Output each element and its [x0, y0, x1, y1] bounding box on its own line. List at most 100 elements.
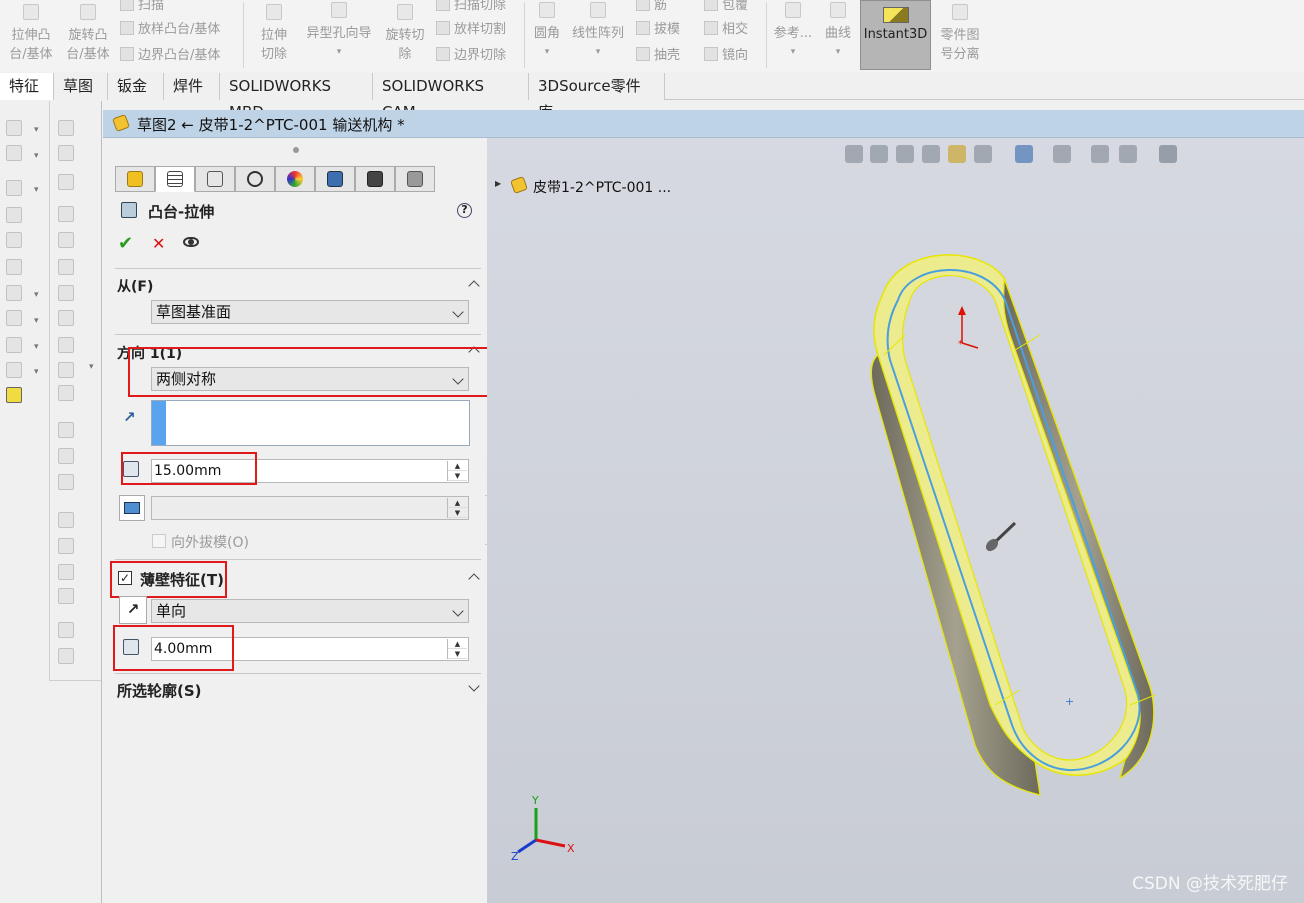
rib-button[interactable]: 筋: [636, 0, 667, 16]
left-tool-icon[interactable]: [58, 120, 74, 136]
sweep-button[interactable]: 扫描: [120, 0, 164, 16]
tab-cam-operation[interactable]: [355, 166, 395, 192]
tab-display-manager[interactable]: [275, 166, 315, 192]
tab-property-manager[interactable]: [155, 166, 195, 192]
reverse-direction-icon[interactable]: ↗: [123, 408, 136, 426]
left-tool-icon[interactable]: [6, 180, 22, 196]
tab-cam-tools[interactable]: [395, 166, 435, 192]
left-tool-icon[interactable]: [6, 232, 22, 248]
apply-scene-icon[interactable]: [1119, 145, 1137, 163]
mirror-button[interactable]: 镜向: [704, 46, 748, 66]
loft-button[interactable]: 放样凸台/基体: [120, 20, 220, 40]
expand-chevron-icon[interactable]: [468, 680, 480, 692]
draft-button[interactable]: 拔模: [636, 20, 680, 40]
left-tool-icon[interactable]: [6, 145, 22, 161]
linear-pattern-button[interactable]: 线性阵列 ▾: [568, 0, 628, 70]
spin-up-icon[interactable]: ▲: [448, 461, 467, 471]
depth-spinner[interactable]: ▲ ▼: [447, 461, 467, 481]
chevron-down-icon[interactable]: ▾: [34, 290, 39, 300]
spin-down-icon[interactable]: ▼: [448, 649, 467, 659]
left-tool-icon[interactable]: [6, 285, 22, 301]
left-tool-icon[interactable]: [58, 422, 74, 438]
revolve-boss-button[interactable]: 旋转凸台/基体: [62, 0, 114, 70]
direction-reference-box[interactable]: [151, 400, 470, 446]
left-tool-icon[interactable]: [58, 206, 74, 222]
tab-cam-feature[interactable]: [315, 166, 355, 192]
tab-sheet-metal[interactable]: 钣金: [108, 73, 164, 100]
chevron-down-icon[interactable]: ▾: [34, 185, 39, 195]
curves-button[interactable]: 曲线 ▾: [820, 0, 856, 70]
part-number-separate-button[interactable]: 零件图号分离: [936, 0, 984, 70]
hide-show-items-icon[interactable]: [1053, 145, 1071, 163]
left-tool-icon[interactable]: [58, 285, 74, 301]
left-tool-icon[interactable]: [6, 207, 22, 223]
left-tool-icon[interactable]: [58, 337, 74, 353]
panel-grip-icon[interactable]: [293, 147, 299, 153]
revolve-cut-button[interactable]: 旋转切除: [382, 0, 428, 70]
chevron-down-icon[interactable]: ▾: [34, 367, 39, 377]
sweep-cut-button[interactable]: 扫描切除: [436, 0, 506, 16]
tab-configuration-manager[interactable]: [195, 166, 235, 192]
tab-feature-tree[interactable]: [115, 166, 155, 192]
extrude-cut-button[interactable]: 拉伸切除: [250, 0, 298, 70]
extrude-boss-button[interactable]: 拉伸凸台/基体: [6, 0, 56, 70]
tab-weldments[interactable]: 焊件: [164, 73, 220, 100]
dynamic-annotation-icon[interactable]: [948, 145, 966, 163]
thin-reverse-direction-icon[interactable]: ↗: [119, 596, 147, 624]
loft-cut-button[interactable]: 放样切割: [436, 20, 506, 40]
edit-appearance-icon[interactable]: [1091, 145, 1109, 163]
left-tool-icon[interactable]: [58, 538, 74, 554]
thickness-spinner[interactable]: ▲ ▼: [447, 639, 467, 659]
intersect-button[interactable]: 相交: [704, 20, 748, 40]
graphics-viewport[interactable]: ▶ 皮带1-2^PTC-001 ... * + Y X Z CSDN @技术死肥…: [487, 138, 1304, 903]
section-view-icon[interactable]: [922, 145, 940, 163]
from-start-condition-select[interactable]: 草图基准面: [151, 300, 469, 324]
collapse-chevron-icon[interactable]: [468, 280, 480, 292]
boundary-cut-button[interactable]: 边界切除: [436, 46, 506, 66]
left-tool-icon[interactable]: [58, 648, 74, 664]
left-tool-icon[interactable]: [58, 564, 74, 580]
left-tool-icon[interactable]: [58, 310, 74, 326]
left-tool-icon[interactable]: [58, 232, 74, 248]
instant3d-button[interactable]: Instant3D: [860, 0, 931, 70]
tab-cam[interactable]: SOLIDWORKS CAM: [373, 73, 529, 121]
draft-toggle-button[interactable]: [119, 495, 145, 521]
draft-outward-checkbox[interactable]: [152, 534, 166, 548]
boundary-boss-button[interactable]: 边界凸台/基体: [120, 46, 220, 66]
zoom-area-icon[interactable]: [870, 145, 888, 163]
view-settings-icon[interactable]: [1159, 145, 1177, 163]
fillet-button[interactable]: 圆角 ▾: [530, 0, 564, 70]
left-tool-icon[interactable]: [58, 588, 74, 604]
left-tool-icon[interactable]: [58, 448, 74, 464]
chevron-down-icon[interactable]: ▾: [34, 151, 39, 161]
left-tool-icon[interactable]: [6, 362, 22, 378]
left-tool-icon[interactable]: [58, 145, 74, 161]
spin-up-icon[interactable]: ▲: [448, 639, 467, 649]
left-tool-icon[interactable]: [6, 310, 22, 326]
left-tool-icon[interactable]: [58, 622, 74, 638]
cancel-button[interactable]: ✕: [152, 234, 165, 253]
left-tool-icon[interactable]: [58, 362, 74, 378]
tab-dimxpert[interactable]: [235, 166, 275, 192]
tab-mbd[interactable]: SOLIDWORKS MBD: [220, 73, 373, 121]
tab-features[interactable]: 特征: [0, 73, 54, 100]
chevron-down-icon[interactable]: ▾: [89, 362, 94, 372]
left-tool-icon[interactable]: [6, 337, 22, 353]
chevron-down-icon[interactable]: ▾: [34, 342, 39, 352]
chevron-down-icon[interactable]: ▾: [34, 125, 39, 135]
thin-type-select[interactable]: 单向: [151, 599, 469, 623]
chevron-down-icon[interactable]: ▾: [34, 316, 39, 326]
spin-down-icon[interactable]: ▼: [448, 471, 467, 481]
view-orientation-icon[interactable]: [974, 145, 992, 163]
reference-geometry-button[interactable]: 参考... ▾: [772, 0, 814, 70]
zoom-to-fit-icon[interactable]: [845, 145, 863, 163]
left-tool-icon[interactable]: [58, 385, 74, 401]
instant3d-icon[interactable]: [6, 387, 22, 403]
left-tool-icon[interactable]: [58, 474, 74, 490]
tab-sketch[interactable]: 草图: [54, 73, 108, 100]
left-tool-icon[interactable]: [6, 120, 22, 136]
left-tool-icon[interactable]: [6, 259, 22, 275]
left-tool-icon[interactable]: [58, 174, 74, 190]
preview-eye-icon[interactable]: [183, 237, 199, 247]
hole-wizard-button[interactable]: 异型孔向导 ▾: [302, 0, 376, 70]
